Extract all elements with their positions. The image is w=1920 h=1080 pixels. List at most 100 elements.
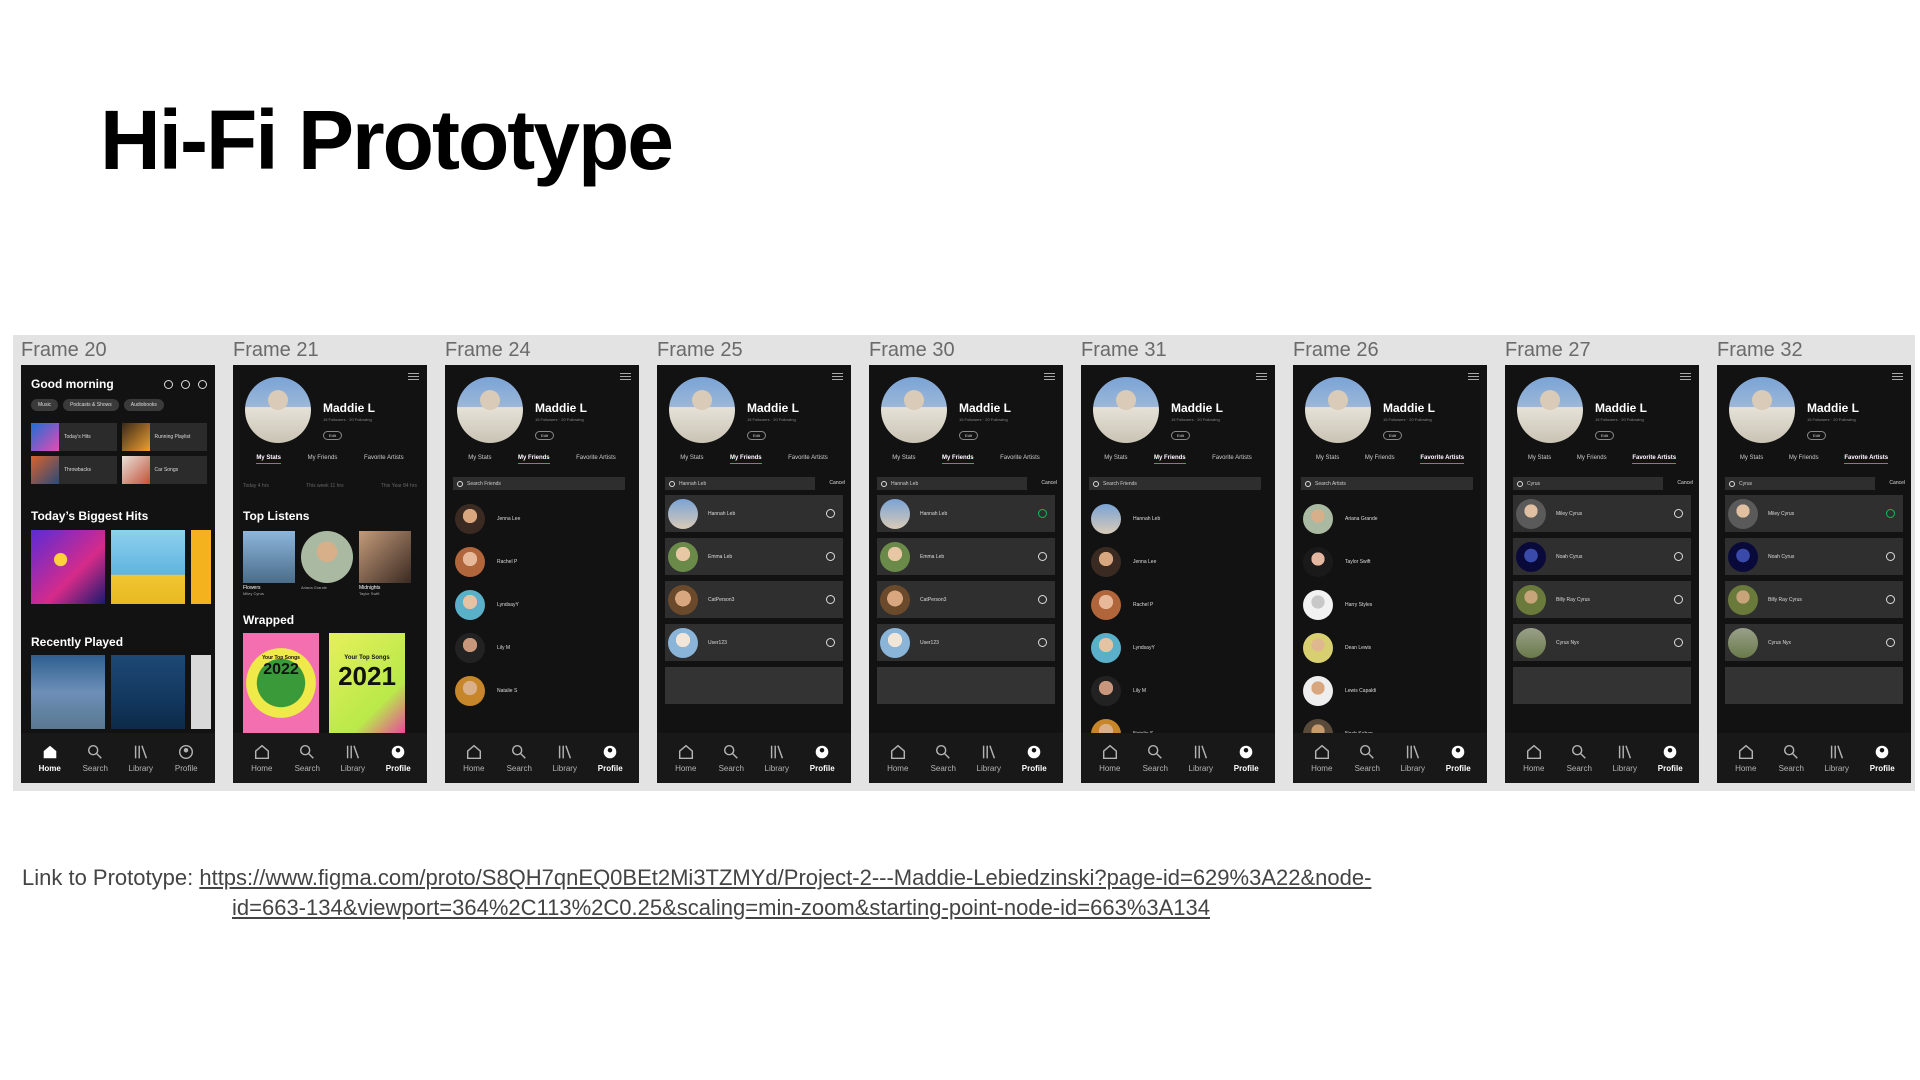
nav-profile[interactable]: Profile (590, 743, 630, 773)
cancel-button[interactable]: Cancel (829, 480, 845, 486)
edit-button[interactable]: Edit (959, 431, 978, 440)
chip-audiobooks[interactable]: Audiobooks (123, 399, 164, 411)
artist-result[interactable]: Miley Cyrus (1513, 495, 1691, 532)
add-friend-icon[interactable] (1038, 552, 1047, 561)
friend-result[interactable]: Emma Leb (877, 538, 1055, 575)
nav-search[interactable]: Search (1771, 743, 1811, 773)
artist-result[interactable]: Cyrus Nyx (1513, 624, 1691, 661)
edit-button[interactable]: Edit (1807, 431, 1826, 440)
nav-library[interactable]: Library (333, 743, 373, 773)
tab-my-stats[interactable]: My Stats (1528, 455, 1551, 464)
add-friend-icon[interactable] (826, 595, 835, 604)
phone-screen[interactable]: Maddie L 15 Followers · 20 Following Edi… (869, 365, 1063, 783)
prototype-link-continued[interactable]: id=663-134&viewport=364%2C113%2C0.25&sca… (232, 895, 1210, 920)
nav-library[interactable]: Library (1393, 743, 1433, 773)
list-item[interactable]: Lily M (455, 626, 520, 669)
nav-library[interactable]: Library (1605, 743, 1645, 773)
artist-result[interactable]: Billy Ray Cyrus (1725, 581, 1903, 618)
friend-result[interactable]: CatPerson3 (877, 581, 1055, 618)
frame-26[interactable]: Frame 26 Maddie L 15 Followers · 20 Foll… (1285, 335, 1487, 791)
album-cover[interactable] (191, 655, 211, 729)
friend-result[interactable]: Emma Leb (665, 538, 843, 575)
tab-my-stats[interactable]: My Stats (1104, 455, 1127, 464)
artist-result[interactable]: Noah Cyrus (1513, 538, 1691, 575)
list-item[interactable]: LyndsayY (1091, 626, 1160, 669)
phone-screen[interactable]: Maddie L 15 Followers · 20 Following Edi… (1505, 365, 1699, 783)
list-item[interactable]: Ariana Grande (1303, 497, 1378, 540)
album-cover[interactable] (111, 655, 185, 729)
tab-favorite-artists[interactable]: Favorite Artists (1212, 455, 1252, 464)
frame-32[interactable]: Frame 32 Maddie L 15 Followers · 20 Foll… (1709, 335, 1911, 791)
frame-24[interactable]: Frame 24 Maddie L 15 Followers · 20 Foll… (437, 335, 639, 791)
friend-result[interactable]: Hannah Leb (665, 495, 843, 532)
cancel-button[interactable]: Cancel (1041, 480, 1057, 486)
phone-screen[interactable]: Maddie L 15 Followers · 20 Following Edi… (1081, 365, 1275, 783)
tab-my-friends[interactable]: My Friends (1365, 455, 1395, 464)
frame-27[interactable]: Frame 27 Maddie L 15 Followers · 20 Foll… (1497, 335, 1699, 791)
nav-home[interactable]: Home (1726, 743, 1766, 773)
album-cover[interactable] (111, 530, 185, 604)
menu-icon[interactable] (620, 373, 631, 380)
tab-my-friends[interactable]: My Friends (517, 455, 550, 464)
nav-profile[interactable]: Profile (1650, 743, 1690, 773)
menu-icon[interactable] (1892, 373, 1903, 380)
tab-my-stats[interactable]: My Stats (1740, 455, 1763, 464)
nav-profile[interactable]: Profile (1862, 743, 1902, 773)
tab-my-friends[interactable]: My Friends (1153, 455, 1186, 464)
nav-home[interactable]: Home (242, 743, 282, 773)
search-input[interactable]: Search Friends (453, 477, 625, 490)
tab-my-stats[interactable]: My Stats (680, 455, 703, 464)
nav-search[interactable]: Search (1347, 743, 1387, 773)
top-listen-item[interactable]: Midnights Taylor Swift (359, 531, 411, 596)
add-artist-icon[interactable] (1886, 638, 1895, 647)
tab-my-stats[interactable]: My Stats (1316, 455, 1339, 464)
list-item[interactable]: Jenna Lee (455, 497, 520, 540)
tab-my-friends[interactable]: My Friends (729, 455, 762, 464)
phone-screen[interactable]: Maddie L 15 Followers · 20 Following Edi… (1717, 365, 1911, 783)
nav-profile[interactable]: Profile (1226, 743, 1266, 773)
top-listen-item[interactable]: Flowers Miley Cyrus (243, 531, 295, 596)
nav-library[interactable]: Library (1817, 743, 1857, 773)
list-item[interactable]: Dean Lewis (1303, 626, 1378, 669)
frame-31[interactable]: Frame 31 Maddie L 15 Followers · 20 Foll… (1073, 335, 1275, 791)
search-input[interactable]: Search Artists (1301, 477, 1473, 490)
edit-button[interactable]: Edit (1383, 431, 1402, 440)
tile-running[interactable]: Running Playlist (121, 423, 207, 451)
tab-favorite-artists[interactable]: Favorite Artists (1420, 455, 1465, 464)
add-artist-icon[interactable] (1674, 552, 1683, 561)
tab-my-friends[interactable]: My Friends (1577, 455, 1607, 464)
friend-added-icon[interactable] (1038, 509, 1047, 518)
tile-throwbacks[interactable]: Throwbacks (31, 456, 117, 484)
nav-profile[interactable]: Profile (378, 743, 418, 773)
friend-result[interactable]: Hannah Leb (877, 495, 1055, 532)
friend-result[interactable]: User123 (877, 624, 1055, 661)
phone-screen[interactable]: Maddie L 15 Followers · 20 Following Edi… (445, 365, 639, 783)
frame-30[interactable]: Frame 30 Maddie L 15 Followers · 20 Foll… (861, 335, 1063, 791)
tab-my-friends[interactable]: My Friends (1789, 455, 1819, 464)
frame-21[interactable]: Frame 21 Maddie L 15 Followers · 20 Foll… (225, 335, 427, 791)
tab-favorite-artists[interactable]: Favorite Artists (1632, 455, 1677, 464)
tab-my-friends[interactable]: My Friends (308, 455, 338, 464)
tab-favorite-artists[interactable]: Favorite Artists (576, 455, 616, 464)
menu-icon[interactable] (1044, 373, 1055, 380)
nav-home[interactable]: Home (878, 743, 918, 773)
tab-favorite-artists[interactable]: Favorite Artists (788, 455, 828, 464)
prototype-link[interactable]: https://www.figma.com/proto/S8QH7qnEQ0BE… (199, 865, 1371, 890)
nav-library[interactable]: Library (545, 743, 585, 773)
tile-todays-hits[interactable]: Today's Hits (31, 423, 117, 451)
nav-profile[interactable]: Profile (1014, 743, 1054, 773)
nav-library[interactable]: Library (1181, 743, 1221, 773)
friend-result[interactable]: User123 (665, 624, 843, 661)
nav-profile[interactable]: Profile (166, 743, 206, 773)
artist-result[interactable]: Noah Cyrus (1725, 538, 1903, 575)
tile-car-songs[interactable]: Car Songs (121, 456, 207, 484)
add-friend-icon[interactable] (826, 638, 835, 647)
add-artist-icon[interactable] (1674, 509, 1683, 518)
chip-podcasts[interactable]: Podcasts & Shows (63, 399, 119, 411)
tab-my-friends[interactable]: My Friends (941, 455, 974, 464)
tab-my-stats[interactable]: My Stats (468, 455, 491, 464)
add-friend-icon[interactable] (826, 552, 835, 561)
edit-button[interactable]: Edit (535, 431, 554, 440)
add-friend-icon[interactable] (1038, 595, 1047, 604)
add-artist-icon[interactable] (1674, 638, 1683, 647)
